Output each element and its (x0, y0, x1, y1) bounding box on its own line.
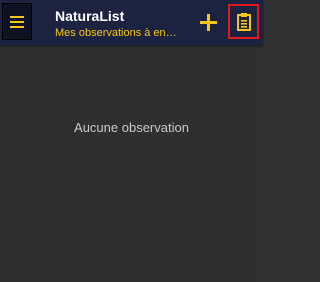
app-title: NaturaList (55, 8, 125, 24)
menu-button[interactable] (2, 3, 32, 40)
top-toolbar: NaturaList Mes observations à envoyer (0, 0, 263, 45)
app-subtitle: Mes observations à envoyer (55, 27, 180, 39)
hamburger-menu-icon (10, 15, 24, 28)
clipboard-icon (236, 12, 251, 31)
app-window: NaturaList Mes observations à envoyer Au… (0, 0, 263, 282)
add-observation-button[interactable] (196, 10, 220, 34)
clipboard-button[interactable] (228, 4, 259, 39)
empty-state-message: Aucune observation (74, 120, 189, 135)
plus-icon (199, 13, 217, 31)
